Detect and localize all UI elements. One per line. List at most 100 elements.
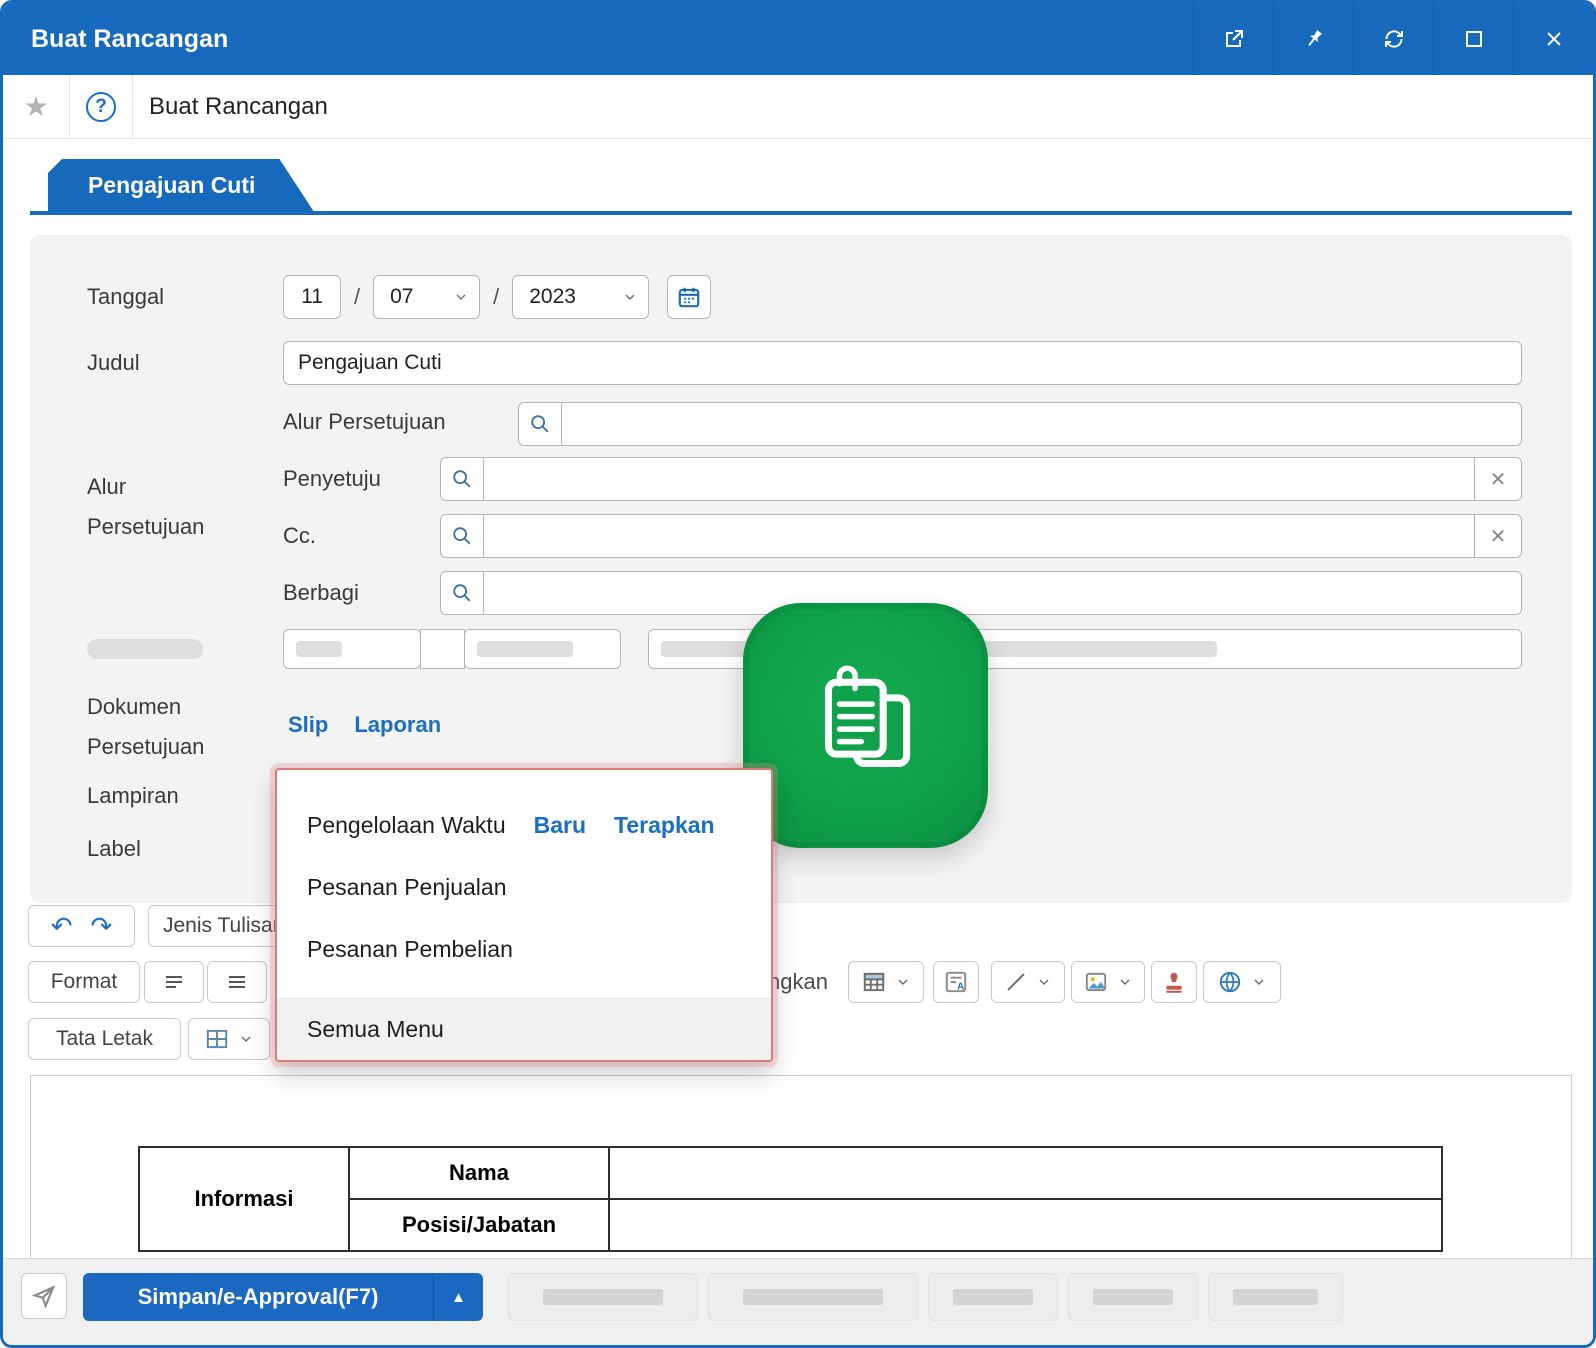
laporan-link[interactable]: Laporan: [354, 712, 441, 738]
clear-x-icon: ✕: [1489, 468, 1507, 491]
penyetuju-input[interactable]: [484, 458, 1474, 500]
app-window: Buat Rancangan ★ ? Buat Rancangan Pengaj…: [0, 0, 1596, 1348]
calendar-picker-button[interactable]: [667, 275, 712, 319]
posisi-value-cell: [608, 1198, 1443, 1252]
cc-input[interactable]: [484, 515, 1474, 557]
pin-button[interactable]: [1273, 3, 1353, 75]
chevron-down-icon: [1117, 974, 1133, 990]
maximize-button[interactable]: [1433, 3, 1513, 75]
tata-letak-button[interactable]: Tata Letak: [28, 1018, 181, 1060]
judul-input[interactable]: [284, 342, 1521, 384]
month-select[interactable]: 07: [373, 275, 481, 319]
penyetuju-search-button[interactable]: [440, 457, 484, 501]
tab-strip: Pengajuan Cuti: [30, 159, 1572, 215]
alur-persetujuan-section-label: Alur Persetujuan: [87, 474, 205, 539]
calendar-icon: [676, 284, 702, 310]
alur-persetujuan-input[interactable]: [562, 403, 1521, 445]
cc-clear-button[interactable]: ✕: [1474, 514, 1522, 558]
placeholder-bar: [296, 641, 342, 657]
insert-table-dropdown[interactable]: [848, 961, 924, 1003]
align-left-icon: [162, 970, 186, 994]
tab-pengajuan-cuti[interactable]: Pengajuan Cuti: [48, 159, 313, 211]
menu-action-terapkan[interactable]: Terapkan: [614, 812, 715, 839]
menu-item-label: Semua Menu: [307, 1016, 444, 1042]
day-input[interactable]: [284, 276, 340, 318]
stamp-button[interactable]: [1151, 961, 1197, 1003]
close-icon: [1542, 27, 1566, 51]
insert-link-dropdown[interactable]: [1203, 961, 1281, 1003]
tata-letak-label: Tata Letak: [56, 1027, 153, 1050]
format-label: Format: [50, 970, 118, 993]
menu-item-pesanan-pembelian[interactable]: Pesanan Pembelian: [277, 918, 771, 980]
window-title: Buat Rancangan: [31, 24, 229, 53]
insert-image-dropdown[interactable]: [1071, 961, 1145, 1003]
placeholder-field-2: [420, 629, 465, 669]
title-bar: Buat Rancangan: [3, 3, 1593, 75]
menu-action-baru[interactable]: Baru: [534, 812, 586, 839]
judul-field-box: [283, 341, 1522, 385]
penyetuju-clear-button[interactable]: ✕: [1474, 457, 1522, 501]
posisi-jabatan-cell: Posisi/Jabatan: [348, 1198, 610, 1252]
year-value: 2023: [529, 285, 576, 308]
menu-item-label: Pesanan Pembelian: [307, 935, 513, 962]
menu-item-pengelolaan-waktu[interactable]: Pengelolaan Waktu Baru Terapkan: [277, 794, 771, 856]
favorite-button[interactable]: ★: [3, 75, 69, 138]
lampiran-label: Lampiran: [87, 783, 179, 808]
redo-button[interactable]: ↷: [91, 913, 113, 939]
date-separator: /: [493, 284, 500, 309]
tanggal-label: Tanggal: [87, 284, 165, 309]
nama-cell: Nama: [348, 1146, 610, 1200]
refresh-icon: [1382, 27, 1406, 51]
informasi-table: Informasi Nama Posisi/Jabatan: [138, 1146, 1443, 1252]
day-field-box: [283, 275, 341, 319]
text-style-button[interactable]: [933, 961, 979, 1003]
footer-bar: Simpan/e-Approval(F7) ▲: [3, 1258, 1593, 1345]
placeholder-button-1: [508, 1273, 698, 1321]
placeholder-button-5: [1208, 1273, 1343, 1321]
align-justify-button[interactable]: [207, 961, 267, 1003]
help-button[interactable]: ?: [70, 75, 132, 138]
close-button[interactable]: [1513, 3, 1593, 75]
menu-item-pesanan-penjualan[interactable]: Pesanan Penjualan: [277, 856, 771, 918]
alur-persetujuan-group: [518, 402, 1522, 446]
berbagi-label: Berbagi: [283, 580, 359, 605]
dokumen-links: Slip Laporan: [288, 703, 441, 747]
berbagi-search-button[interactable]: [440, 571, 484, 615]
star-icon: ★: [23, 91, 49, 122]
cc-field-box: [483, 514, 1475, 558]
alur-search-button[interactable]: [518, 402, 562, 446]
alur-field-box: [561, 402, 1522, 446]
menu-item-semua-menu[interactable]: Semua Menu: [277, 998, 771, 1060]
judul-label: Judul: [87, 350, 140, 375]
placeholder-button-4: [1068, 1273, 1198, 1321]
align-left-button[interactable]: [144, 961, 204, 1003]
placeholder-bar: [543, 1289, 663, 1305]
informasi-cell: Informasi: [138, 1146, 350, 1252]
help-icon: ?: [86, 91, 116, 122]
refresh-button[interactable]: [1353, 3, 1433, 75]
chevron-down-icon: [238, 1031, 254, 1047]
search-icon: [451, 468, 473, 490]
send-button[interactable]: [21, 1273, 67, 1319]
document-editor-area[interactable]: Informasi Nama Posisi/Jabatan: [30, 1075, 1572, 1266]
format-dropdown[interactable]: Format: [28, 961, 140, 1003]
insert-line-dropdown[interactable]: [991, 961, 1065, 1003]
dokumen-persetujuan-label: Dokumen Persetujuan: [87, 694, 205, 759]
cc-group: ✕: [440, 514, 1522, 558]
undo-redo-group: ↶ ↷: [28, 905, 135, 947]
layout-dropdown[interactable]: [188, 1018, 270, 1060]
chevron-down-icon: [622, 289, 638, 305]
undo-button[interactable]: ↶: [51, 913, 73, 939]
cc-search-button[interactable]: [440, 514, 484, 558]
pin-icon: [1302, 27, 1326, 51]
search-icon: [529, 413, 551, 435]
berbagi-input[interactable]: [484, 572, 1521, 614]
save-approval-button[interactable]: Simpan/e-Approval(F7) ▲: [83, 1273, 483, 1321]
open-new-window-button[interactable]: [1193, 3, 1273, 75]
slip-link[interactable]: Slip: [288, 712, 328, 738]
year-select[interactable]: 2023: [512, 275, 650, 319]
save-options-caret[interactable]: ▲: [433, 1273, 483, 1321]
label-label: Label: [87, 836, 141, 861]
penyetuju-field-box: [483, 457, 1475, 501]
globe-icon: [1217, 969, 1243, 995]
